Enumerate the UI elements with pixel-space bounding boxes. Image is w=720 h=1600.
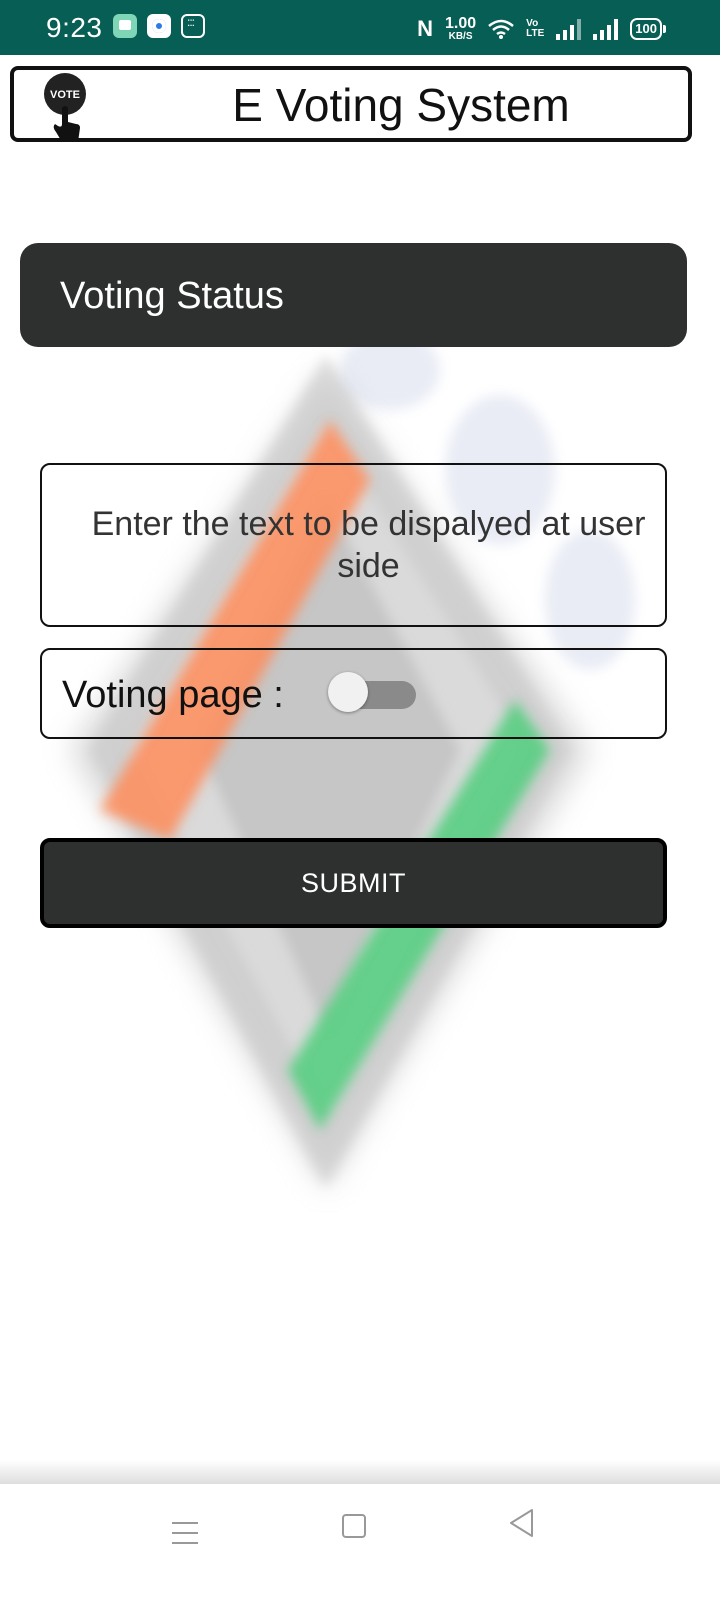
user-message-placeholder: Enter the text to be dispalyed at user s… [91,505,646,585]
home-icon[interactable] [342,1514,366,1538]
signal-icon [593,18,619,40]
status-time: 9:23 [46,12,103,43]
menu-icon[interactable] [172,1522,198,1552]
voting-page-toggle[interactable] [328,672,416,712]
toggle-thumb [328,672,368,712]
nav-shadow [0,1460,720,1484]
app-header: VOTE E Voting System [10,66,692,142]
back-icon[interactable] [508,1508,534,1538]
page-title: E Voting System [232,79,570,131]
user-message-input[interactable]: Enter the text to be dispalyed at user s… [40,463,667,627]
voting-page-row: Voting page : [40,648,667,739]
wifi-icon [488,19,514,39]
voting-status-title: Voting Status [60,275,284,317]
navigation-bar [0,1484,720,1600]
volte-icon: Vo LTE [526,18,545,40]
message-icon [113,14,137,38]
voting-status-card: Voting Status [20,243,687,347]
nfc-icon: N [417,16,433,41]
battery-icon: 100 [630,18,666,40]
data-speed: 1.00 KB/S [445,16,476,42]
status-icons: N 1.00 KB/S Vo LTE 100 [417,14,666,44]
voting-page-label: Voting page : [62,674,284,716]
data-speed-unit: KB/S [448,31,473,42]
data-speed-value: 1.00 [445,15,477,32]
calculator-icon [181,14,205,38]
volte-bottom: LTE [526,28,545,39]
browser-icon [147,14,171,38]
submit-button[interactable]: SUBMIT [40,838,667,928]
status-bar: 9:23 N 1.00 KB/S Vo LTE 100 [0,0,720,55]
signal-icon [556,18,582,40]
